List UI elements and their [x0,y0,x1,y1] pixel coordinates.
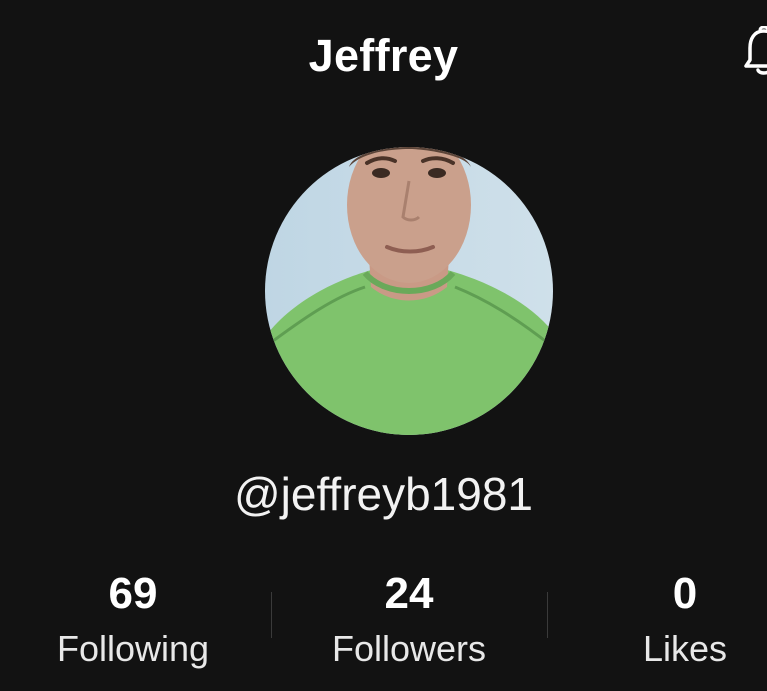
profile-title: Jeffrey [308,30,459,81]
followers-count: 24 [384,569,434,618]
likes-label: Likes [642,628,728,669]
stat-followers[interactable]: 24 Followers [294,568,524,674]
bell-icon[interactable] [744,25,767,78]
profile-screen: Jeffrey @jeffreyb1981 69 Following 24 Fo… [0,0,767,691]
following-label: Following [56,628,210,669]
stats-divider [547,592,548,638]
following-count: 69 [108,569,158,618]
likes-count: 0 [672,569,698,618]
stat-following[interactable]: 69 Following [18,568,248,674]
followers-label: Followers [331,628,487,669]
stats-divider [271,592,272,638]
avatar[interactable] [265,147,553,435]
stat-likes[interactable]: 0 Likes [570,568,767,674]
username-handle: @jeffreyb1981 [233,468,534,520]
